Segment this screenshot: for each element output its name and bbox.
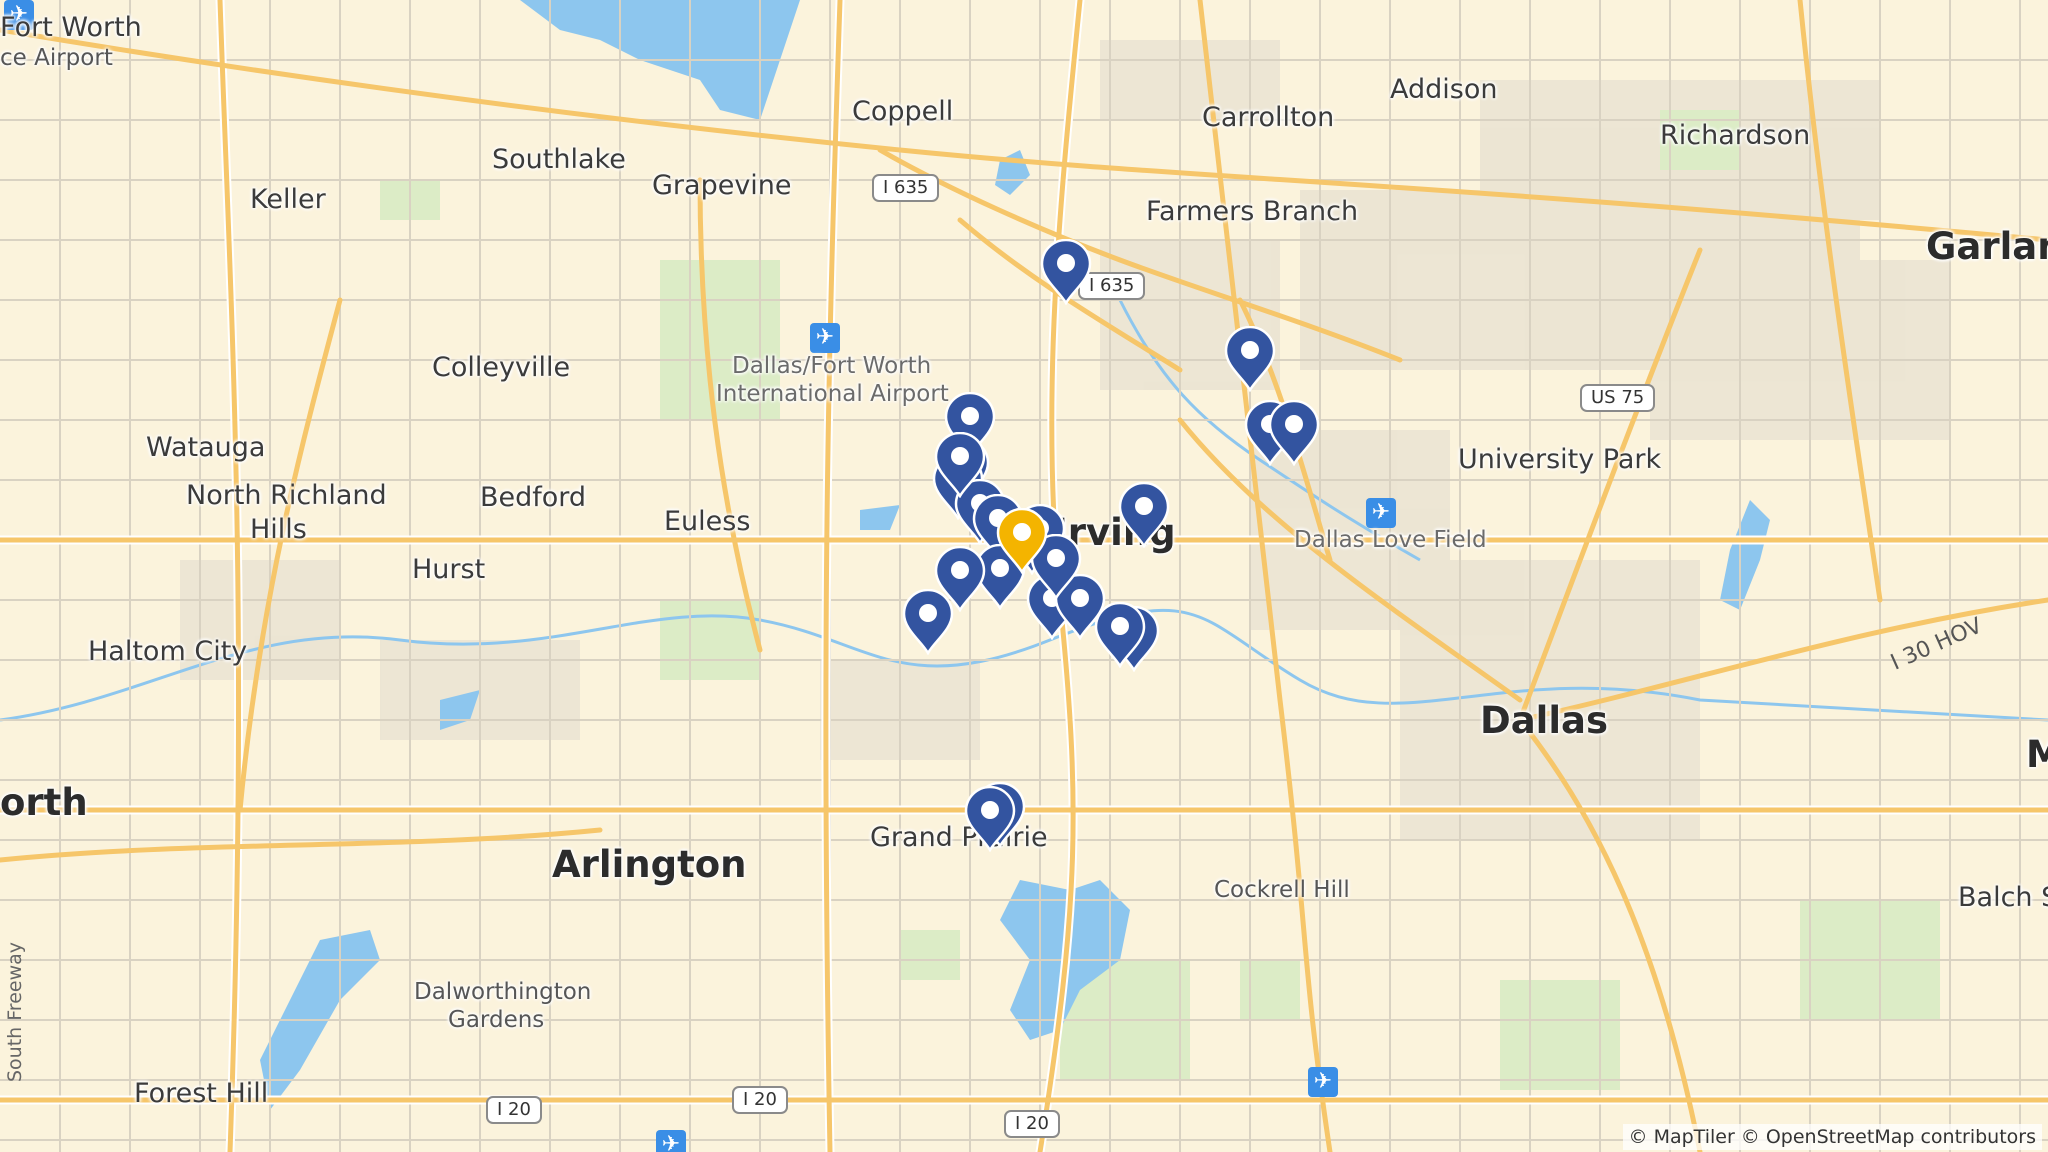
airport-label-dfw-2: International Airport [716,381,949,407]
location-marker[interactable] [1117,481,1171,549]
highway-shield-i20-east: I 20 [1004,1110,1060,1138]
city-label-fort-worth-airport-2: ce Airport [0,45,113,71]
location-marker[interactable] [901,588,955,656]
city-label-forest-hill: Forest Hill [134,1078,269,1109]
city-label-university-park: University Park [1458,444,1662,475]
city-label-coppell: Coppell [852,96,954,127]
city-label-garland: Garlan [1926,225,2048,268]
city-label-fort-worth-airport: Fort Worth [0,12,142,43]
city-label-carrollton: Carrollton [1202,102,1335,133]
city-label-hurst: Hurst [412,554,486,585]
location-marker[interactable] [1093,601,1147,669]
city-label-north-richland-hills-2: Hills [250,514,307,545]
airport-icon-southeast: ✈ [1308,1067,1338,1097]
location-marker[interactable] [1039,238,1093,306]
city-label-balch-springs: Balch S [1958,882,2048,913]
highway-shield-i20-middle: I 20 [732,1086,788,1114]
city-label-euless: Euless [664,506,751,537]
city-label-dalworthington-2: Gardens [448,1007,545,1033]
location-marker[interactable] [933,431,987,499]
city-label-richardson: Richardson [1660,120,1811,151]
city-label-haltom-city: Haltom City [88,636,248,667]
road-label-south-freeway: South Freeway [4,941,26,1082]
city-label-cockrell-hill: Cockrell Hill [1214,877,1350,903]
map-canvas[interactable]: ✈ ✈ ✈ ✈ ✈ Fort Worth ce Airport Coppell … [0,0,2048,1152]
location-marker[interactable] [1267,399,1321,467]
city-label-grapevine: Grapevine [652,170,792,201]
city-label-fort-worth: orth [0,781,88,824]
city-label-dalworthington-1: Dalworthington [414,979,592,1005]
city-label-bedford: Bedford [480,482,587,513]
city-label-farmers-branch: Farmers Branch [1146,196,1359,227]
city-label-watauga: Watauga [146,432,266,463]
airport-icon-south: ✈ [656,1130,686,1152]
map-attribution: © MapTiler © OpenStreetMap contributors [1622,1124,2042,1150]
airport-label-love-field: Dallas Love Field [1294,527,1487,553]
city-label-colleyville: Colleyville [432,352,571,383]
city-label-dallas: Dallas [1480,699,1609,742]
city-label-keller: Keller [250,184,326,215]
city-label-arlington: Arlington [552,843,747,886]
dfw-airport-icon: ✈ [810,323,840,353]
city-label-addison: Addison [1390,74,1498,105]
highway-shield-i20-west: I 20 [486,1096,542,1124]
city-label-north-richland-hills-1: North Richland [186,480,387,511]
city-label-mesquite: M [2026,733,2048,776]
location-marker[interactable] [963,785,1017,853]
selected-location-marker[interactable] [995,507,1049,575]
love-field-airport-icon: ✈ [1366,498,1396,528]
airport-label-dfw-1: Dallas/Fort Worth [732,353,932,379]
highway-shield-i635-north: I 635 [872,174,940,202]
city-label-southlake: Southlake [492,144,626,175]
highway-shield-us75: US 75 [1580,384,1656,412]
location-marker[interactable] [1223,325,1277,393]
